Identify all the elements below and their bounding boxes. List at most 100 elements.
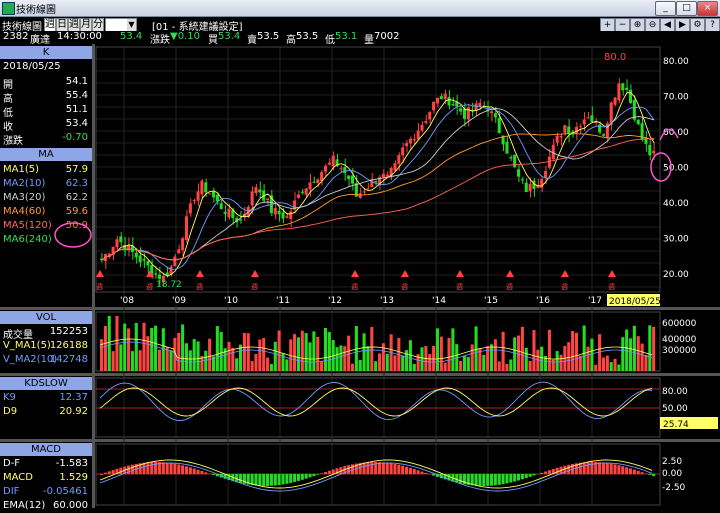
volume-bar [583,325,586,371]
candle [115,239,118,247]
candle [305,188,308,194]
signal-arrow [351,270,359,277]
macd-bar [266,474,269,486]
macd-bar [401,466,404,474]
volume-bar [150,328,153,371]
macd-bar [587,462,590,474]
candle [289,211,292,219]
macd-bar [254,474,257,486]
volume-bar [463,356,466,371]
candle [648,145,651,155]
macd-bar [150,462,153,474]
candle [297,195,300,198]
macd-bar [127,466,130,474]
macd-bar [274,474,277,486]
candle [579,126,582,127]
candle [587,117,590,118]
macd-bar [556,468,559,474]
macd-bar [204,472,207,474]
candle [239,219,242,220]
macd-bar [312,474,315,476]
volume-bar [525,348,528,371]
candle [617,84,620,101]
year-label: '16 [536,296,550,306]
volume-bar [119,344,122,371]
candle [309,182,312,189]
candle [459,108,462,111]
macd-bar [614,464,617,474]
volume-bar [451,328,454,371]
candle [498,118,501,133]
volume-bar [274,342,277,371]
candle [405,143,408,146]
macd-bar [363,463,366,474]
candle [652,151,655,154]
volume-bar [641,344,644,371]
volume-bar [208,339,211,371]
macd-bar [366,462,369,474]
macd-bar [633,470,636,474]
macd-bar [239,474,242,483]
signal-arrow [506,270,514,277]
candle [505,142,508,154]
signal-arrow [561,270,569,277]
macd-bar [532,474,535,475]
volume-bar [529,361,532,371]
candle [548,157,551,168]
volume-bar [142,323,145,371]
macd-bar [258,474,261,486]
macd-bar [405,467,408,474]
candle [158,275,161,279]
current-date-label: 2018/05/25 [609,297,661,307]
volume-bar [521,327,524,371]
volume-bar [370,327,373,371]
volume-bar [285,359,288,371]
candle [413,139,416,140]
volume-bar [548,330,551,371]
macd-bar [100,474,103,475]
candle [621,83,624,90]
volume-bar [227,342,230,371]
volume-bar [309,342,312,371]
macd-bar [386,463,389,474]
macd-bar [170,463,173,474]
volume-bar [127,328,130,371]
stock-chart[interactable]: '08'09'10'11'12'13'14'15'16'1780.0070.00… [0,0,720,508]
candle [351,176,354,184]
volume-bar [177,333,180,371]
macd-bar [173,464,176,474]
macd-bar [112,470,115,474]
candle [590,115,593,122]
candle [278,211,281,215]
kd-tick-label: 80.00 [662,387,688,397]
macd-bar [525,474,528,478]
volume-bar [471,344,474,371]
macd-tick-label: 2.50 [662,457,682,467]
candle [366,188,369,189]
vol-tick-label: 600000 [662,319,697,329]
macd-bar [475,474,478,486]
volume-bar [486,346,489,371]
candle [424,121,427,123]
volume-bar [328,332,331,371]
macd-bar [529,474,532,477]
macd-bar [610,464,613,474]
macd-bar [417,470,420,474]
year-label: '12 [328,296,342,306]
macd-bar [293,474,296,482]
volume-bar [498,361,501,371]
volume-bar [567,342,570,371]
macd-bar [625,467,628,474]
signal-label: 週 [351,282,358,291]
volume-bar [293,334,296,371]
macd-bar [502,474,505,484]
signal-label: 週 [196,282,203,291]
volume-bar [556,351,559,371]
volume-bar [104,326,107,371]
macd-bar [583,462,586,474]
candle [181,238,184,250]
signal-arrow [196,270,204,277]
candle [343,167,346,173]
candle [185,216,188,240]
year-label: '15 [484,296,498,306]
